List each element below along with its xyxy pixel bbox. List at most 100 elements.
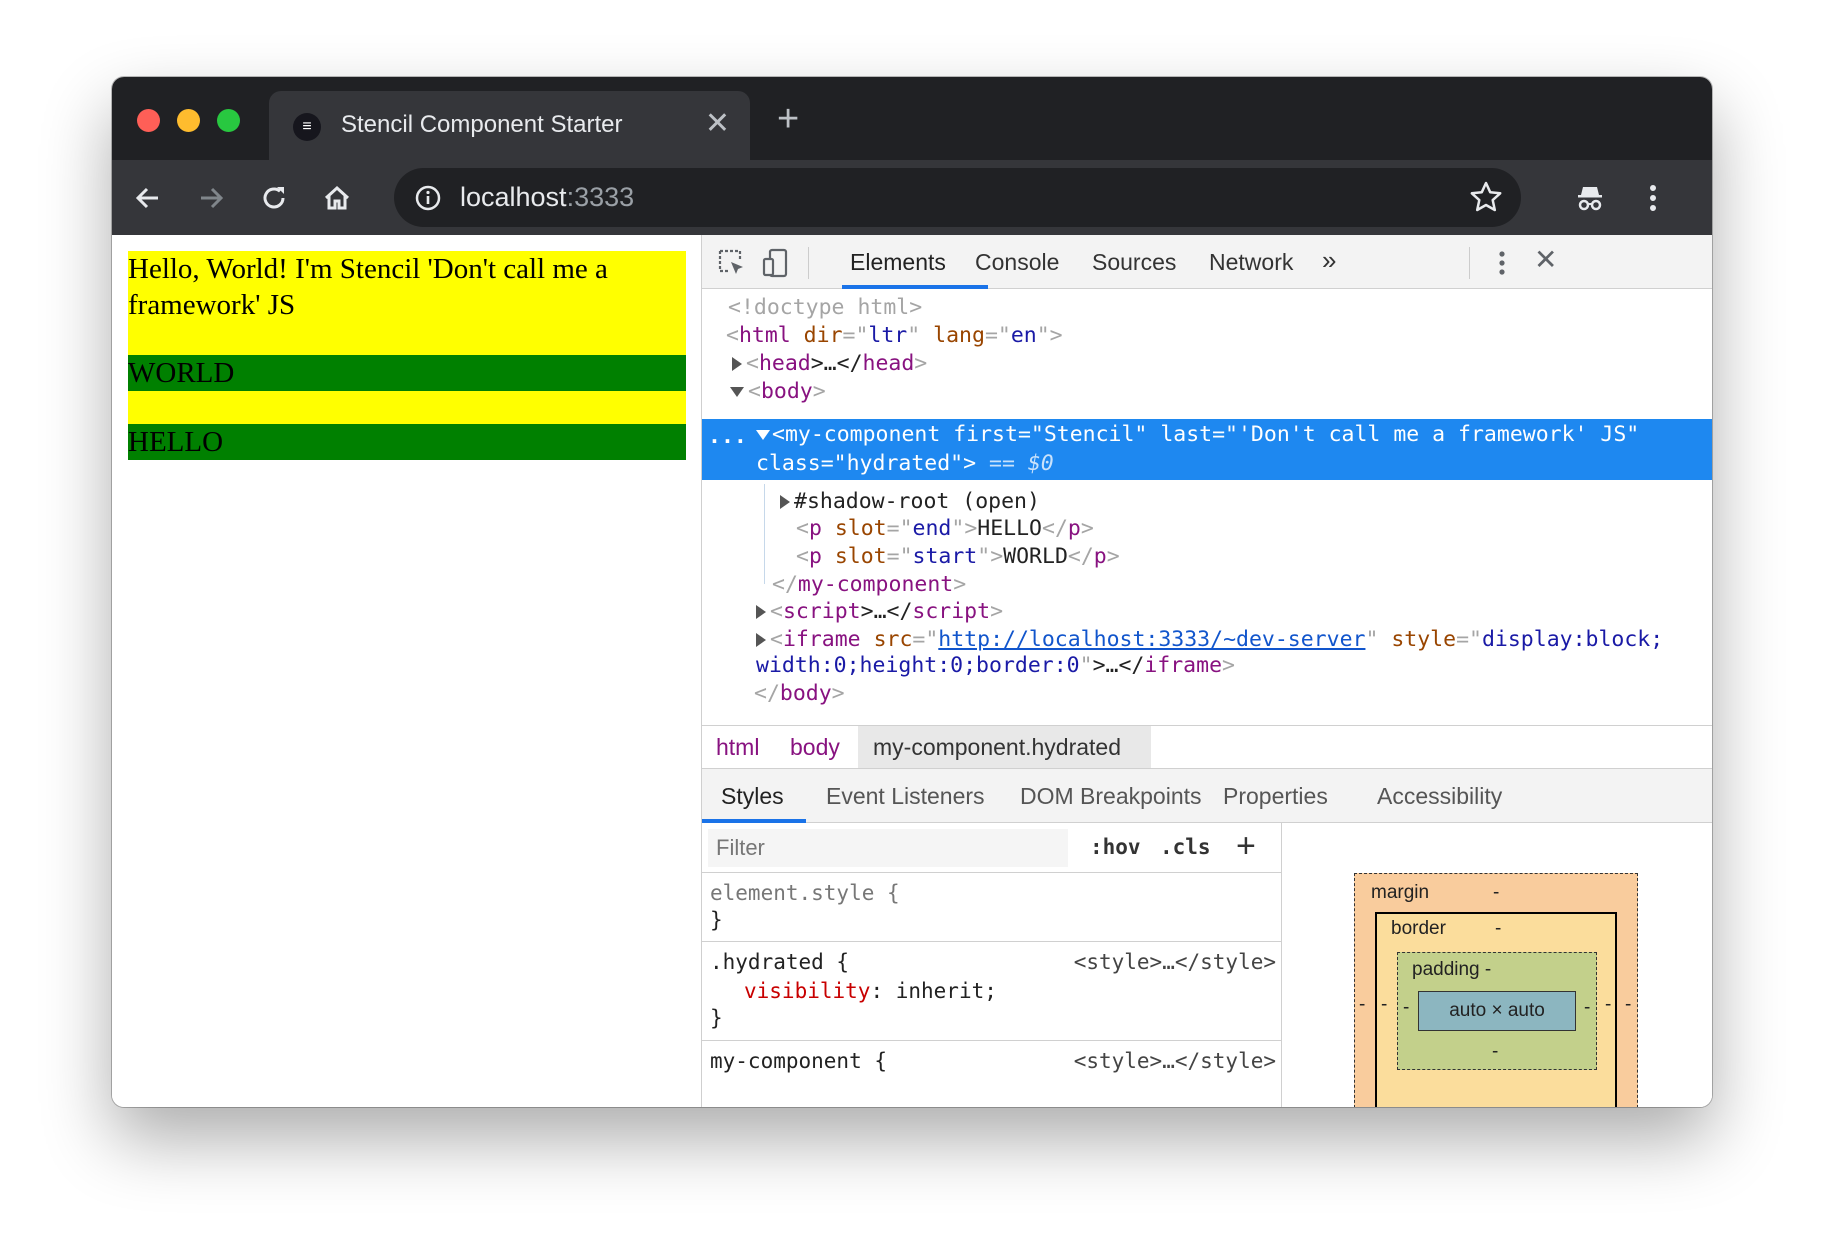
box-model-padding[interactable]: padding - - - - auto × auto [1397,952,1597,1070]
tab-title: Stencil Component Starter [341,111,623,138]
box-model-diagram: margin - - - border - - - padding - - - … [1282,823,1712,1107]
rule-my-component: my-component { <style>…</style> [702,1041,1282,1107]
home-icon [324,185,350,210]
margin-right-value: - [1625,994,1632,1015]
yellow-spacer [128,391,686,424]
chrome-menu-button[interactable] [1631,176,1675,220]
breadcrumb-html[interactable]: html [716,734,759,761]
incognito-button[interactable] [1568,176,1612,220]
rule-source-link[interactable]: <style>…</style> [1074,1047,1276,1075]
address-bar[interactable]: localhost:3333 [394,168,1521,227]
margin-top-value: - [1493,882,1500,903]
browser-toolbar: localhost:3333 [112,160,1712,235]
browser-tab[interactable]: ≡ Stencil Component Starter ✕ [269,91,750,160]
dom-tree: <!doctype html> <html dir="ltr" lang="en… [702,289,1712,725]
maximize-window-button[interactable] [217,109,240,132]
rule-close-brace: } [710,908,723,932]
tab-network[interactable]: Network [1209,249,1293,276]
reload-icon [263,187,285,209]
rule-selector[interactable]: element.style { [710,879,900,907]
expand-triangle-icon[interactable] [756,633,766,647]
margin-label: margin [1371,882,1430,903]
tab-accessibility[interactable]: Accessibility [1377,783,1502,810]
box-model-margin[interactable]: margin - - - border - - - padding - - - … [1354,873,1638,1107]
new-tab-button[interactable]: + [777,99,799,139]
hov-toggle[interactable]: :hov [1090,835,1141,859]
url-host: localhost [460,182,567,212]
border-label: border [1391,918,1446,939]
toolbar-separator [808,247,809,279]
star-icon[interactable] [1469,180,1503,214]
breadcrumb-body[interactable]: body [790,734,840,761]
inspect-element-icon[interactable] [716,247,748,279]
rule-close-brace: } [710,1006,723,1030]
tab-close-icon[interactable]: ✕ [705,107,730,141]
device-toolbar-icon[interactable] [760,247,792,279]
sidebar-tabbar: Styles Event Listeners DOM Breakpoints P… [702,769,1712,823]
selected-node-line1: <my-component first="Stencil" last="'Don… [772,422,1640,447]
tab-styles[interactable]: Styles [721,783,784,810]
padding-right-value: - [1584,997,1591,1018]
iframe-src-link[interactable]: http://localhost:3333/~dev-server [938,627,1365,652]
node-actions-ellipsis-icon[interactable]: ... [708,421,747,453]
tab-event-listeners[interactable]: Event Listeners [826,783,985,810]
selected-node-line2: class="hydrated"> == $0 [756,451,1054,476]
devtools-tabbar: Elements Console Sources Network » ✕ [702,235,1712,289]
expand-triangle-icon[interactable] [732,357,742,371]
stencil-favicon-icon: ≡ [293,113,321,141]
rule-hydrated: .hydrated { <style>…</style> visibility:… [702,942,1282,1041]
greeting-text: Hello, World! I'm Stencil 'Don't call me… [128,251,686,355]
tab-dom-breakpoints[interactable]: DOM Breakpoints [1020,783,1202,810]
collapse-triangle-icon[interactable] [730,387,744,397]
border-left-value: - [1381,994,1388,1015]
reload-button[interactable] [252,176,296,220]
more-vert-icon [1650,185,1656,211]
devtools-menu-icon[interactable] [1486,247,1518,279]
url-port: :3333 [566,182,635,212]
selected-dom-node[interactable]: ... <my-component first="Stencil" last="… [702,419,1712,480]
tab-properties[interactable]: Properties [1223,783,1328,810]
forward-button[interactable] [189,176,233,220]
rule-selector[interactable]: my-component { [710,1047,887,1075]
arrow-left-icon [135,187,158,209]
styles-filter-row: :hov .cls + [702,823,1282,873]
dom-body-open[interactable]: <body> [702,376,1712,408]
info-icon[interactable] [414,184,442,212]
tab-elements[interactable]: Elements [850,249,946,276]
toolbar-separator [1469,247,1470,279]
collapse-triangle-icon[interactable] [756,430,770,440]
padding-left-value: - [1403,997,1410,1018]
dom-body-close[interactable]: </body> [702,678,1712,710]
home-button[interactable] [315,176,359,220]
border-top-value: - [1495,918,1502,939]
browser-window: ≡ Stencil Component Starter ✕ + localhos… [112,77,1712,1107]
tab-sources[interactable]: Sources [1092,249,1176,276]
close-window-button[interactable] [137,109,160,132]
my-component: Hello, World! I'm Stencil 'Don't call me… [128,251,686,460]
devtools-panel: Elements Console Sources Network » ✕ <!d… [701,235,1712,1107]
box-model-content[interactable]: auto × auto [1418,991,1576,1031]
page-viewport: Hello, World! I'm Stencil 'Don't call me… [112,235,701,1107]
tab-console[interactable]: Console [975,249,1059,276]
breadcrumb-my-component[interactable]: my-component.hydrated [873,734,1121,761]
incognito-icon [1578,187,1602,211]
url-text: localhost:3333 [460,182,634,213]
cls-toggle[interactable]: .cls [1160,835,1211,859]
back-button[interactable] [126,176,170,220]
expand-triangle-icon[interactable] [756,605,766,619]
new-style-rule-button[interactable]: + [1236,827,1256,866]
more-tabs-chevron-icon[interactable]: » [1322,245,1336,276]
rule-declaration[interactable]: visibility: inherit; [744,977,997,1005]
minimize-window-button[interactable] [177,109,200,132]
expand-triangle-icon[interactable] [780,495,790,509]
hello-slot-text: HELLO [128,424,686,460]
padding-label: padding - [1412,959,1492,980]
tab-strip: ≡ Stencil Component Starter ✕ + [112,77,1712,160]
arrow-right-icon [201,187,224,209]
rule-selector[interactable]: .hydrated { [710,948,849,976]
rule-source-link[interactable]: <style>…</style> [1074,948,1276,976]
styles-filter-input[interactable] [708,829,1068,867]
devtools-close-icon[interactable]: ✕ [1534,243,1557,276]
styles-pane: :hov .cls + element.style { } .hydrated … [702,823,1282,1107]
box-model-border[interactable]: border - - - padding - - - - auto × auto [1375,912,1617,1107]
